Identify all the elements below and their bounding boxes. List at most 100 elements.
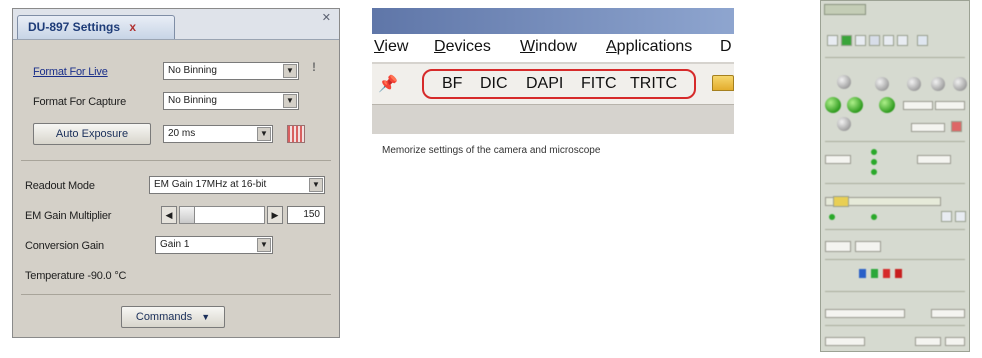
chevron-down-icon: ▼ (309, 178, 323, 192)
menu-d-truncated[interactable]: D (720, 38, 732, 56)
title-bar (372, 8, 734, 34)
folder-icon[interactable] (712, 75, 734, 91)
stop-icon[interactable] (951, 121, 962, 132)
radio-icon[interactable] (871, 159, 877, 165)
auto-exposure-button[interactable]: Auto Exposure (33, 123, 151, 145)
commands-label: Commands (135, 311, 193, 323)
objective-icon[interactable] (883, 35, 894, 46)
objective-icon[interactable] (869, 35, 880, 46)
tab-camera-settings[interactable]: DU-897 Settings x (17, 15, 175, 39)
slider-left-button[interactable]: ◀ (161, 206, 177, 224)
chevron-down-icon: ▼ (257, 127, 271, 141)
knob-icon[interactable] (953, 77, 967, 91)
format-live-value: No Binning (168, 65, 217, 76)
section-divider (825, 229, 965, 230)
radio-icon[interactable] (829, 214, 835, 220)
shutter-toggle[interactable] (855, 241, 881, 252)
menu-devices[interactable]: Devices (434, 38, 491, 56)
radio-icon[interactable] (871, 214, 877, 220)
caption-text: Memorize settings of the camera and micr… (382, 145, 601, 156)
readout-mode-label: Readout Mode (25, 180, 95, 192)
zoom-select[interactable] (931, 309, 965, 318)
conversion-gain-select[interactable]: Gain 1 ▼ (155, 236, 273, 254)
close-icon[interactable]: x (129, 20, 136, 34)
camera-settings-panel: DU-897 Settings x ✕ Format For Live No B… (12, 8, 340, 338)
panel-close-icon[interactable]: ✕ (322, 11, 331, 24)
preset-dic-button[interactable]: DIC (480, 75, 508, 93)
objective-icon[interactable] (917, 35, 928, 46)
chevron-down-icon: ▼ (283, 64, 297, 78)
preset-tritc-button[interactable]: TRITC (630, 75, 677, 93)
radio-icon[interactable] (871, 169, 877, 175)
preset-fitc-button[interactable]: FITC (581, 75, 617, 93)
led-green-icon[interactable] (879, 97, 895, 113)
section-divider (825, 259, 965, 260)
condenser-select[interactable] (825, 309, 905, 318)
menu-applications[interactable]: Applications (606, 38, 692, 56)
preset-dapi-button[interactable]: DAPI (526, 75, 563, 93)
exposure-select[interactable]: 20 ms ▼ (163, 125, 273, 143)
chevron-down-icon: ▼ (201, 312, 211, 322)
slider-thumb[interactable] (833, 196, 849, 207)
format-capture-value: No Binning (168, 95, 217, 106)
value-field[interactable] (945, 337, 965, 346)
led-green-icon[interactable] (825, 97, 841, 113)
conversion-gain-value: Gain 1 (160, 239, 190, 250)
led-green-icon[interactable] (847, 97, 863, 113)
knob-icon[interactable] (931, 77, 945, 91)
radio-icon[interactable] (871, 149, 877, 155)
section-divider (825, 57, 965, 58)
slider-thumb[interactable] (180, 207, 195, 223)
add-config-icon[interactable]: 📌 (378, 74, 398, 94)
objective-icon[interactable] (827, 35, 838, 46)
value-field[interactable] (915, 337, 941, 346)
knob-icon[interactable] (875, 77, 889, 91)
commands-button[interactable]: Commands ▼ (121, 306, 225, 328)
section-divider (21, 294, 331, 295)
slider-right-button[interactable]: ▶ (267, 206, 283, 224)
microscope-control-panel (820, 0, 970, 352)
filter-blue-icon[interactable] (859, 269, 866, 278)
section-divider (21, 160, 331, 161)
section-divider (825, 325, 965, 326)
chevron-down-icon: ▼ (283, 94, 297, 108)
tool-icon[interactable] (941, 211, 952, 222)
lamp-toggle[interactable] (825, 337, 865, 346)
focus-step-select[interactable] (917, 155, 951, 164)
filter-red-icon[interactable] (883, 269, 890, 278)
menu-window[interactable]: Window (520, 38, 577, 56)
section-divider (825, 183, 965, 184)
exposure-value: 20 ms (168, 128, 196, 139)
microscope-panel-content (821, 1, 969, 351)
tool-icon[interactable] (955, 211, 966, 222)
info-icon[interactable]: ! (309, 60, 319, 78)
value-field[interactable] (903, 101, 933, 110)
format-capture-select[interactable]: No Binning ▼ (163, 92, 299, 110)
shutter-toggle[interactable] (825, 241, 851, 252)
menu-bar: View Devices Window Applications D (372, 34, 734, 62)
preset-bf-button[interactable]: BF (442, 75, 462, 93)
tab-ti-pad[interactable] (824, 4, 866, 15)
objective-icon[interactable] (855, 35, 866, 46)
filter-red-icon[interactable] (895, 269, 902, 278)
format-live-label[interactable]: Format For Live (33, 66, 108, 78)
temperature-readout: Temperature -90.0 °C (25, 270, 127, 282)
em-gain-label: EM Gain Multiplier (25, 210, 112, 222)
menu-view[interactable]: View (374, 38, 408, 56)
panel-tab-bar: DU-897 Settings x ✕ (13, 9, 339, 40)
readout-mode-select[interactable]: EM Gain 17MHz at 16-bit ▼ (149, 176, 325, 194)
objective-icon[interactable] (897, 35, 908, 46)
value-field[interactable] (935, 101, 965, 110)
value-field[interactable] (911, 123, 945, 132)
em-gain-slider[interactable] (179, 206, 265, 224)
knob-icon[interactable] (907, 77, 921, 91)
knob-icon[interactable] (837, 75, 851, 89)
filter-green-icon[interactable] (871, 269, 878, 278)
em-gain-value-field[interactable]: 150 (287, 206, 325, 224)
knob-icon[interactable] (837, 117, 851, 131)
roi-grid-icon[interactable] (287, 125, 305, 143)
objective-icon[interactable] (841, 35, 852, 46)
format-capture-label: Format For Capture (33, 96, 126, 108)
format-live-select[interactable]: No Binning ▼ (163, 62, 299, 80)
z-position-field[interactable] (825, 155, 851, 164)
